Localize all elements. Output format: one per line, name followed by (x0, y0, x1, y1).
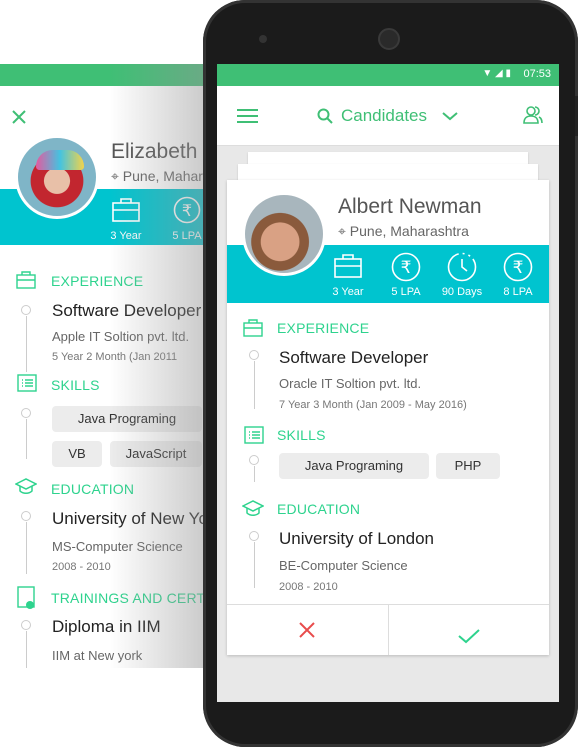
job-title: Software Developer (279, 348, 429, 367)
close-button[interactable] (11, 109, 27, 125)
checkmark-icon (458, 629, 480, 644)
close-icon (299, 622, 315, 638)
clock-icon (447, 252, 477, 282)
candidates-dropdown[interactable]: Candidates (317, 106, 459, 126)
section-heading-skills: SKILLS (51, 377, 100, 393)
clock: 07:53 (523, 68, 551, 80)
skill-chip: JavaScript (110, 441, 202, 467)
duration: 5 Year 2 Month (Jan 2011 (52, 351, 178, 363)
menu-button[interactable] (237, 108, 258, 124)
rupee-icon: ₹ (503, 252, 533, 282)
skill-chip: PHP (436, 453, 500, 479)
certificate-icon (17, 586, 37, 612)
stat-experience: 3 Year (332, 286, 364, 298)
accept-button[interactable] (389, 605, 550, 655)
chevron-down-icon (442, 112, 458, 121)
stat-experience: 3 Year (110, 230, 142, 242)
section-heading-education: EDUCATION (51, 481, 135, 497)
status-bar: ▼ ◢ ▮ 07:53 (217, 64, 559, 86)
candidate-location: ⌖ Pune, Maharashtra (111, 168, 215, 184)
users-icon (523, 106, 543, 124)
search-icon (317, 108, 333, 124)
section-heading-education: EDUCATION (277, 501, 361, 517)
rupee-icon: ₹ (391, 252, 421, 282)
wifi-signal-battery-icons: ▼ ◢ ▮ (482, 68, 511, 79)
svg-text:₹: ₹ (513, 258, 524, 277)
candidate-location: ⌖ Pune, Maharashtra (338, 223, 469, 239)
duration: 7 Year 3 Month (Jan 2009 - May 2016) (279, 399, 467, 411)
candidate-name: Albert Newman (338, 195, 482, 218)
location-pin-icon: ⌖ (111, 168, 119, 184)
school: University of London (279, 529, 434, 548)
reject-button[interactable] (227, 605, 389, 655)
briefcase-icon (243, 319, 263, 337)
section-heading-skills: SKILLS (277, 427, 326, 443)
company: Oracle IT Soltion pvt. ltd. (279, 376, 422, 391)
section-heading-experience: EXPERIENCE (51, 273, 144, 289)
avatar (242, 192, 326, 276)
company: Apple IT Soltion pvt. ltd. (52, 329, 190, 344)
section-heading-experience: EXPERIENCE (277, 320, 370, 336)
svg-text:₹: ₹ (401, 258, 412, 277)
degree: BE-Computer Science (279, 558, 408, 573)
list-icon (17, 374, 37, 392)
avatar (15, 135, 99, 219)
briefcase-icon (334, 254, 362, 278)
candidate-card[interactable]: Albert Newman ⌖ Pune, Maharashtra 3 Year… (227, 180, 549, 655)
rupee-icon: ₹ (173, 196, 201, 224)
status-bar (0, 64, 215, 86)
hamburger-icon (237, 109, 258, 123)
school: University of New York (52, 509, 215, 528)
stat-current-salary: 5 LPA (391, 286, 421, 298)
header-title: Candidates (341, 106, 428, 125)
users-button[interactable] (523, 105, 543, 125)
job-title: Software Developer (52, 301, 202, 320)
list-icon (244, 426, 264, 444)
skill-chip: Java Programing (279, 453, 429, 479)
location-pin-icon: ⌖ (338, 223, 346, 239)
skill-chip: Java Programing (52, 406, 202, 432)
candidate-name: Elizabeth (111, 140, 198, 163)
degree: MS-Computer Science (52, 539, 183, 554)
graduation-cap-icon (242, 500, 264, 518)
briefcase-icon (112, 198, 140, 222)
phone-screen: ▼ ◢ ▮ 07:53 Candidates Albert Newman ⌖ P… (217, 64, 559, 702)
graduation-cap-icon (15, 478, 37, 496)
section-heading-trainings: TRAININGS AND CERTIFICATIONS (51, 590, 215, 606)
stat-expected-salary: 8 LPA (503, 286, 533, 298)
years: 2008 - 2010 (52, 561, 111, 573)
years: 2008 - 2010 (279, 581, 338, 593)
svg-text:₹: ₹ (182, 203, 192, 220)
close-icon (12, 110, 26, 124)
skill-chip: VB (52, 441, 102, 467)
briefcase-icon (16, 271, 36, 289)
training-title: Diploma in IIM (52, 617, 161, 636)
stat-notice-period: 90 Days (441, 286, 483, 298)
training-place: IIM at New york (52, 648, 143, 663)
app-header: Candidates (217, 86, 559, 146)
back-profile-screen: Elizabeth ⌖ Pune, Maharashtra 3 Year ₹ 5… (0, 64, 215, 668)
